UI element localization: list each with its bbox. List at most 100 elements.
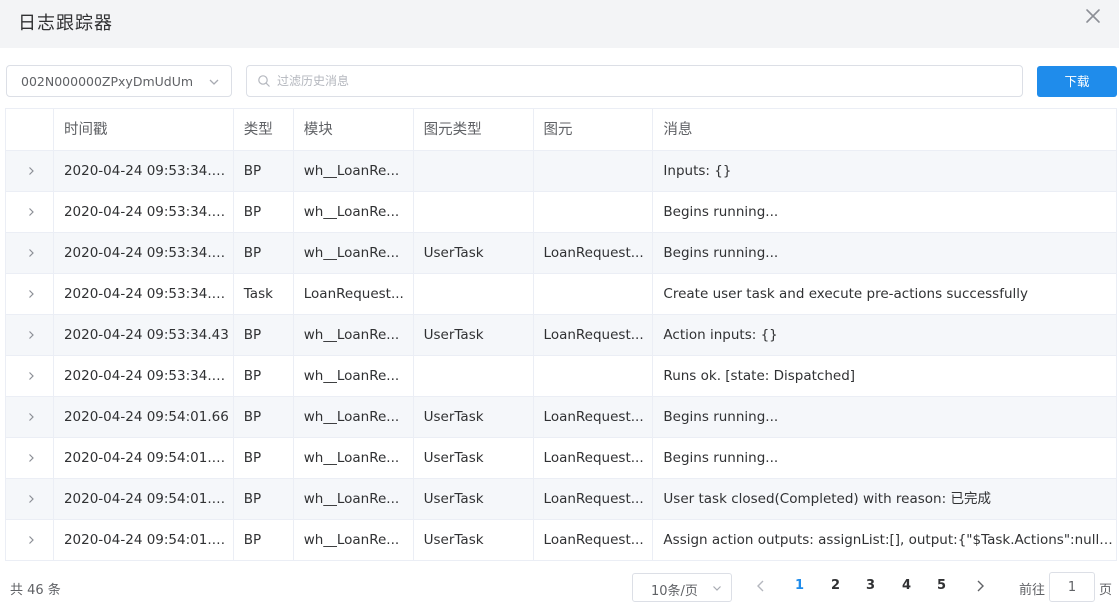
chevron-right-icon[interactable] bbox=[25, 411, 37, 423]
cell-message: Begins running... bbox=[653, 397, 1117, 437]
expand-cell[interactable] bbox=[6, 438, 54, 478]
search-icon bbox=[258, 75, 270, 87]
cell-timestamp: 2020-04-24 09:53:34.432 bbox=[54, 356, 234, 396]
table-header: 时间戳 类型 模块 图元类型 图元 消息 bbox=[6, 109, 1117, 151]
cell-message: Create user task and execute pre-actions… bbox=[653, 274, 1117, 314]
chevron-right-icon[interactable] bbox=[25, 165, 37, 177]
table-row[interactable]: 2020-04-24 09:54:01.66 BP wh__LoanRe... Use… bbox=[6, 397, 1117, 438]
expand-cell[interactable] bbox=[6, 520, 54, 560]
cell-element-type: UserTask bbox=[414, 315, 534, 355]
cell-message: Begins running... bbox=[653, 192, 1117, 232]
table-row[interactable]: 2020-04-24 09:54:01.662 BP wh__LoanRe... Us… bbox=[6, 479, 1117, 520]
cell-element: LoanRequest... bbox=[534, 520, 654, 560]
chevron-right-icon[interactable] bbox=[25, 452, 37, 464]
column-header-type[interactable]: 类型 bbox=[234, 109, 294, 150]
chevron-right-icon[interactable] bbox=[25, 288, 37, 300]
expand-cell[interactable] bbox=[6, 315, 54, 355]
page-3[interactable]: 3 bbox=[866, 578, 875, 593]
cell-element-type: UserTask bbox=[414, 438, 534, 478]
table-row[interactable]: 2020-04-24 09:53:34.429 Task LoanRequest..… bbox=[6, 274, 1117, 315]
cell-timestamp: 2020-04-24 09:54:01.661 bbox=[54, 438, 234, 478]
cell-message: Begins running... bbox=[653, 233, 1117, 273]
chevron-right-icon[interactable] bbox=[25, 370, 37, 382]
expand-cell[interactable] bbox=[6, 151, 54, 191]
cell-timestamp: 2020-04-24 09:53:34.425 bbox=[54, 233, 234, 273]
page-1[interactable]: 1 bbox=[795, 578, 804, 593]
expand-cell[interactable] bbox=[6, 274, 54, 314]
cell-type: BP bbox=[234, 192, 294, 232]
table-row[interactable]: 2020-04-24 09:53:34.424 BP wh__LoanRe... Be… bbox=[6, 192, 1117, 233]
page-size-select[interactable]: 10条/页 bbox=[632, 573, 732, 602]
dialog-header: 日志跟踪器 bbox=[0, 0, 1119, 48]
instance-select-value: 002N000000ZPxyDmUdUm bbox=[21, 74, 194, 89]
cell-element: LoanRequest... bbox=[534, 438, 654, 478]
log-table: 时间戳 类型 模块 图元类型 图元 消息 2020-04-24 09:53:34… bbox=[5, 108, 1117, 561]
cell-element-type: UserTask bbox=[414, 479, 534, 519]
cell-message: Inputs: {} bbox=[653, 151, 1117, 191]
filter-search-box[interactable] bbox=[246, 65, 1023, 97]
table-row[interactable]: 2020-04-24 09:53:34.354 BP wh__LoanRe... In… bbox=[6, 151, 1117, 192]
column-header-module[interactable]: 模块 bbox=[294, 109, 414, 150]
column-header-timestamp[interactable]: 时间戳 bbox=[54, 109, 234, 150]
total-count: 共 46 条 bbox=[10, 583, 61, 598]
column-header-expand bbox=[6, 109, 54, 150]
cell-element bbox=[534, 151, 654, 191]
chevron-down-icon bbox=[713, 586, 721, 591]
cell-type: BP bbox=[234, 233, 294, 273]
cell-element-type bbox=[414, 192, 534, 232]
column-header-element[interactable]: 图元 bbox=[534, 109, 654, 150]
column-header-message[interactable]: 消息 bbox=[653, 109, 1117, 150]
cell-element-type: UserTask bbox=[414, 520, 534, 560]
cell-module: wh__LoanRe... bbox=[294, 479, 414, 519]
column-header-element-type[interactable]: 图元类型 bbox=[414, 109, 534, 150]
chevron-down-icon bbox=[209, 79, 219, 85]
page-2[interactable]: 2 bbox=[831, 578, 840, 593]
table-row[interactable]: 2020-04-24 09:53:34.43 BP wh__LoanRe... Use… bbox=[6, 315, 1117, 356]
expand-cell[interactable] bbox=[6, 479, 54, 519]
cell-message: User task closed(Completed) with reason:… bbox=[653, 479, 1117, 519]
cell-element: LoanRequest... bbox=[534, 479, 654, 519]
cell-timestamp: 2020-04-24 09:53:34.424 bbox=[54, 192, 234, 232]
prev-page-icon[interactable] bbox=[754, 578, 768, 594]
cell-type: BP bbox=[234, 438, 294, 478]
cell-element bbox=[534, 356, 654, 396]
table-row[interactable]: 2020-04-24 09:53:34.432 BP wh__LoanRe... Ru… bbox=[6, 356, 1117, 397]
table-row[interactable]: 2020-04-24 09:53:34.425 BP wh__LoanRe... Us… bbox=[6, 233, 1117, 274]
table-row[interactable]: 2020-04-24 09:54:01.665 BP wh__LoanRe... Us… bbox=[6, 520, 1117, 561]
cell-type: BP bbox=[234, 151, 294, 191]
chevron-right-icon[interactable] bbox=[25, 493, 37, 505]
close-icon[interactable] bbox=[1081, 4, 1105, 28]
table-row[interactable]: 2020-04-24 09:54:01.661 BP wh__LoanRe... Us… bbox=[6, 438, 1117, 479]
filter-input[interactable] bbox=[277, 67, 1007, 95]
cell-message: Runs ok. [state: Dispatched] bbox=[653, 356, 1117, 396]
cell-type: BP bbox=[234, 479, 294, 519]
expand-cell[interactable] bbox=[6, 397, 54, 437]
cell-timestamp: 2020-04-24 09:54:01.662 bbox=[54, 479, 234, 519]
page-unit-label: 页 bbox=[1099, 583, 1113, 598]
cell-message: Action inputs: {} bbox=[653, 315, 1117, 355]
cell-timestamp: 2020-04-24 09:54:01.66 bbox=[54, 397, 234, 437]
next-page-icon[interactable] bbox=[973, 578, 987, 594]
download-button[interactable]: 下载 bbox=[1037, 66, 1117, 97]
page-4[interactable]: 4 bbox=[902, 578, 911, 593]
cell-type: BP bbox=[234, 397, 294, 437]
cell-timestamp: 2020-04-24 09:53:34.429 bbox=[54, 274, 234, 314]
chevron-right-icon[interactable] bbox=[25, 534, 37, 546]
cell-message: Assign action outputs: assignList:[], ou… bbox=[653, 520, 1117, 560]
instance-select[interactable]: 002N000000ZPxyDmUdUm bbox=[6, 65, 232, 97]
expand-cell[interactable] bbox=[6, 233, 54, 273]
goto-page-input[interactable] bbox=[1049, 572, 1095, 602]
chevron-right-icon[interactable] bbox=[25, 206, 37, 218]
cell-type: BP bbox=[234, 520, 294, 560]
cell-type: BP bbox=[234, 315, 294, 355]
page-5[interactable]: 5 bbox=[937, 578, 946, 593]
chevron-right-icon[interactable] bbox=[25, 247, 37, 259]
toolbar: 002N000000ZPxyDmUdUm 下载 bbox=[0, 65, 1119, 97]
chevron-right-icon[interactable] bbox=[25, 329, 37, 341]
expand-cell[interactable] bbox=[6, 192, 54, 232]
expand-cell[interactable] bbox=[6, 356, 54, 396]
goto-label: 前往 bbox=[1019, 583, 1046, 598]
cell-module: wh__LoanRe... bbox=[294, 315, 414, 355]
cell-module: wh__LoanRe... bbox=[294, 356, 414, 396]
cell-element: LoanRequest... bbox=[534, 397, 654, 437]
